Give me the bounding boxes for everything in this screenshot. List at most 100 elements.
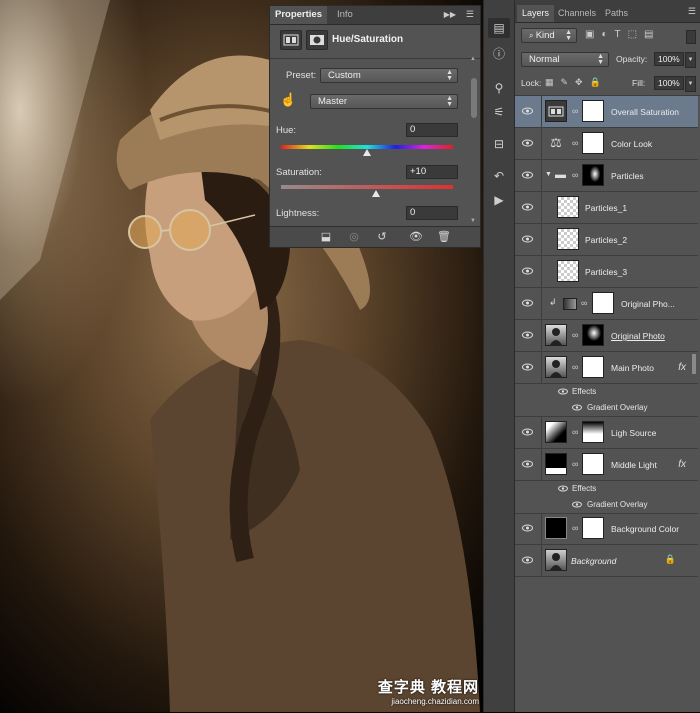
targeted-adjustment-hand-icon[interactable]: ☝ [280,92,300,110]
actions-play-icon[interactable]: ▶ [488,190,510,210]
layer-thumbnail[interactable] [557,260,579,282]
effect-eye-icon[interactable] [572,501,582,508]
scroll-up-icon[interactable]: ▲ [470,56,478,64]
toggle-visibility-icon[interactable]: 👁 [408,230,424,244]
filter-icons[interactable]: ▣◐T⬚▤ [585,29,661,40]
layer-mask-thumbnail[interactable] [582,356,604,378]
layer-mask-thumbnail[interactable] [582,517,604,539]
layer-row[interactable]: Background 🔒 [515,545,698,577]
preset-dropdown[interactable]: Custom ▲ ▼ [320,68,458,83]
effect-row[interactable]: Gradient Overlay [515,497,698,514]
photo-thumbnail[interactable] [545,549,567,571]
layer-mask-thumbnail[interactable] [582,100,604,122]
properties-panel-icon[interactable]: ▤ [488,18,510,38]
photo-thumbnail[interactable] [545,324,567,346]
layer-row[interactable]: ∞ Ligh Source [515,417,698,449]
scroll-thumb[interactable] [471,78,477,118]
layer-row[interactable]: ∞ Overall Saturation [515,96,698,128]
effect-eye-icon[interactable] [572,404,582,411]
mask-icon[interactable] [306,30,328,50]
channel-dropdown[interactable]: Master ▲ ▼ [310,94,458,109]
lock-icons[interactable]: ▦✎✥🔒 [545,77,608,88]
layer-thumbnail[interactable] [545,453,567,475]
expand-arrow-icon[interactable]: ▼ [545,171,552,178]
effect-eye-icon[interactable] [558,388,568,395]
link-chain-icon[interactable]: ∞ [572,427,578,437]
visibility-eye-icon[interactable] [522,428,533,436]
effects-row[interactable]: Effects [515,384,698,400]
view-previous-state-icon[interactable]: ◎ [346,230,362,244]
link-chain-icon[interactable]: ∞ [572,106,578,116]
layer-thumbnail[interactable] [545,421,567,443]
brush-preset-icon[interactable]: ⚲ [488,78,510,98]
layer-row[interactable]: ↲ ∞ Original Pho... [515,288,698,320]
effect-eye-icon[interactable] [558,485,568,492]
effect-row[interactable]: Gradient Overlay [515,400,698,417]
layer-thumbnail[interactable] [557,228,579,250]
adjustment-layer-thumbnail[interactable] [545,100,567,122]
visibility-eye-icon[interactable] [522,139,533,147]
tab-channels[interactable]: Channels [553,5,601,22]
filter-toggle[interactable] [686,30,696,44]
layer-row[interactable]: ⚖ ∞ Color Look [515,128,698,160]
hue-slider-thumb[interactable] [363,149,371,156]
fx-icon[interactable]: fx [678,459,686,470]
tab-properties[interactable]: Properties [270,6,327,24]
link-chain-icon[interactable]: ∞ [572,170,578,180]
scroll-down-icon[interactable]: ▼ [470,218,478,226]
panel-menu-icon[interactable]: ☰ [466,9,474,20]
photo-thumbnail[interactable] [545,356,567,378]
opacity-arrow-icon[interactable]: ▼ [685,52,696,68]
clip-to-layer-icon[interactable]: ⬓ [318,230,334,244]
color-balance-icon[interactable]: ⚖ [545,132,567,154]
lightness-input[interactable]: 0 [406,206,458,220]
info-panel-icon[interactable]: ⓘ [488,44,510,64]
link-chain-icon[interactable]: ∞ [581,298,587,308]
visibility-eye-icon[interactable] [522,203,533,211]
tab-paths[interactable]: Paths [600,5,633,22]
link-chain-icon[interactable]: ∞ [572,362,578,372]
link-chain-icon[interactable]: ∞ [572,523,578,533]
history-icon[interactable]: ↶ [488,166,510,186]
layer-row[interactable]: ∞ Original Photo [515,320,698,352]
layer-filter-dropdown[interactable]: ⌕ Kind ▲ ▼ [521,28,577,43]
visibility-eye-icon[interactable] [522,299,533,307]
opacity-input[interactable]: 100% [654,52,684,66]
tab-info[interactable]: Info [332,6,358,24]
tab-layers[interactable]: Layers [517,5,555,22]
layer-thumbnail[interactable] [545,517,567,539]
visibility-eye-icon[interactable] [522,363,533,371]
reset-icon[interactable]: ↺ [374,230,390,244]
layer-row[interactable]: Particles_3 [515,256,698,288]
visibility-eye-icon[interactable] [522,107,533,115]
layer-mask-thumbnail[interactable] [582,132,604,154]
visibility-eye-icon[interactable] [522,556,533,564]
panel-menu-icon[interactable]: ☰ [688,6,696,17]
layer-row[interactable]: ∞ Main Photo fx [515,352,698,384]
saturation-input[interactable]: +10 [406,165,458,179]
scroll-thumb[interactable] [692,354,696,374]
layer-mask-thumbnail[interactable] [582,453,604,475]
collapse-icon[interactable]: ▶▶ [444,10,456,19]
fill-arrow-icon[interactable]: ▼ [685,76,696,92]
layer-group-row[interactable]: ▼ ▬ ∞ Particles [515,160,698,192]
visibility-eye-icon[interactable] [522,524,533,532]
layer-row[interactable]: ∞ Middle Light fx [515,449,698,481]
adjustment-icon[interactable] [280,30,302,50]
visibility-eye-icon[interactable] [522,267,533,275]
adjustments-icon[interactable]: ⚟ [488,102,510,122]
layer-row[interactable]: Particles_1 [515,192,698,224]
properties-scrollbar[interactable]: ▲ ▼ [470,56,478,226]
visibility-eye-icon[interactable] [522,235,533,243]
blend-mode-dropdown[interactable]: Normal ▲ ▼ [521,52,609,67]
saturation-slider-thumb[interactable] [372,190,380,197]
link-chain-icon[interactable]: ∞ [572,459,578,469]
delete-adjustment-icon[interactable]: 🗑 [436,230,452,244]
fx-icon[interactable]: fx [678,362,686,373]
visibility-eye-icon[interactable] [522,171,533,179]
hue-input[interactable]: 0 [406,123,458,137]
align-icon[interactable]: ⊟ [488,134,510,154]
layer-mask-thumbnail[interactable] [582,324,604,346]
link-chain-icon[interactable]: ∞ [572,138,578,148]
layer-mask-thumbnail[interactable] [582,421,604,443]
